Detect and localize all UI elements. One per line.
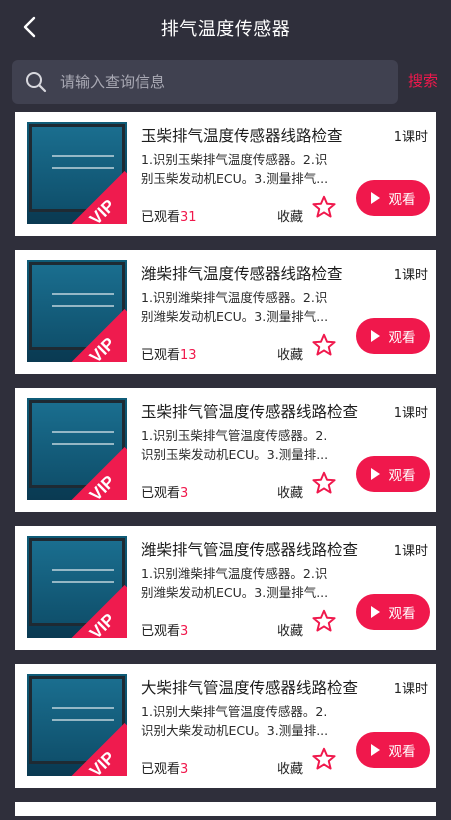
chevron-left-icon (23, 16, 36, 38)
play-icon (370, 606, 380, 618)
favorite-label: 收藏 (277, 348, 304, 363)
watched-count: 已观看31 (141, 210, 197, 225)
lesson-count: 1课时 (393, 544, 428, 559)
course-title[interactable]: 潍柴排气温度传感器线路检查 (141, 262, 343, 284)
back-button[interactable] (16, 14, 42, 40)
lesson-count: 1课时 (393, 268, 428, 283)
search-input[interactable] (60, 73, 360, 91)
page-title: 排气温度传感器 (160, 19, 291, 40)
play-icon (370, 744, 380, 756)
top-bar: 排气温度传感器 (0, 0, 451, 56)
course-card[interactable]: VIP 潍柴排气管温度传感器线路检查 1课时 1.识别潍柴排气温度传感器。2.识… (15, 526, 436, 650)
favorite-label: 收藏 (277, 762, 304, 777)
favorite-label: 收藏 (277, 624, 304, 639)
search-icon (26, 72, 47, 93)
lesson-count: 1课时 (393, 130, 428, 145)
play-icon (370, 192, 380, 204)
search-bar: 搜索 (0, 58, 451, 106)
course-description: 1.识别大柴排气管温度传感器。2.识别大柴发动机ECU。3.测量排... (141, 704, 329, 738)
course-thumbnail[interactable]: VIP (27, 398, 127, 500)
star-icon[interactable] (311, 608, 337, 634)
play-icon (370, 468, 380, 480)
lesson-count: 1课时 (393, 682, 428, 697)
course-thumbnail[interactable]: VIP (27, 260, 127, 362)
course-title[interactable]: 大柴排气管温度传感器线路检查 (141, 676, 358, 698)
course-list: VIP 玉柴排气温度传感器线路检查 1课时 1.识别玉柴排气温度传感器。2.识别… (15, 112, 436, 816)
star-icon[interactable] (311, 746, 337, 772)
course-title[interactable]: 玉柴排气管温度传感器线路检查 (141, 400, 358, 422)
search-button[interactable]: 搜索 (408, 70, 438, 91)
play-icon (370, 330, 380, 342)
search-box[interactable] (12, 60, 398, 104)
course-card[interactable]: VIP 大柴排气管温度传感器线路检查 1课时 1.识别大柴排气管温度传感器。2.… (15, 664, 436, 788)
course-card-partial[interactable] (15, 802, 436, 816)
watch-button[interactable]: 观看 (356, 594, 430, 630)
watch-button[interactable]: 观看 (356, 456, 430, 492)
course-card[interactable]: VIP 潍柴排气温度传感器线路检查 1课时 1.识别潍柴排气温度传感器。2.识别… (15, 250, 436, 374)
course-card[interactable]: VIP 玉柴排气温度传感器线路检查 1课时 1.识别玉柴排气温度传感器。2.识别… (15, 112, 436, 236)
lesson-count: 1课时 (393, 406, 428, 421)
watched-count: 已观看3 (141, 762, 189, 777)
course-description: 1.识别玉柴排气管温度传感器。2.识别玉柴发动机ECU。3.测量排... (141, 428, 329, 462)
watch-button[interactable]: 观看 (356, 318, 430, 354)
star-icon[interactable] (311, 470, 337, 496)
course-thumbnail[interactable]: VIP (27, 536, 127, 638)
course-title[interactable]: 潍柴排气管温度传感器线路检查 (141, 538, 358, 560)
course-title[interactable]: 玉柴排气温度传感器线路检查 (141, 124, 343, 146)
course-description: 1.识别潍柴排气温度传感器。2.识别潍柴发动机ECU。3.测量排气... (141, 290, 329, 324)
favorite-label: 收藏 (277, 210, 304, 225)
watch-button[interactable]: 观看 (356, 180, 430, 216)
watched-count: 已观看3 (141, 486, 189, 501)
course-thumbnail[interactable]: VIP (27, 674, 127, 776)
star-icon[interactable] (311, 194, 337, 220)
course-description: 1.识别玉柴排气温度传感器。2.识别玉柴发动机ECU。3.测量排气... (141, 152, 329, 186)
course-thumbnail[interactable]: VIP (27, 122, 127, 224)
course-description: 1.识别潍柴排气温度传感器。2.识别潍柴发动机ECU。3.测量排气... (141, 566, 329, 600)
favorite-label: 收藏 (277, 486, 304, 501)
star-icon[interactable] (311, 332, 337, 358)
watched-count: 已观看13 (141, 348, 197, 363)
watched-count: 已观看3 (141, 624, 189, 639)
watch-button[interactable]: 观看 (356, 732, 430, 768)
course-card[interactable]: VIP 玉柴排气管温度传感器线路检查 1课时 1.识别玉柴排气管温度传感器。2.… (15, 388, 436, 512)
